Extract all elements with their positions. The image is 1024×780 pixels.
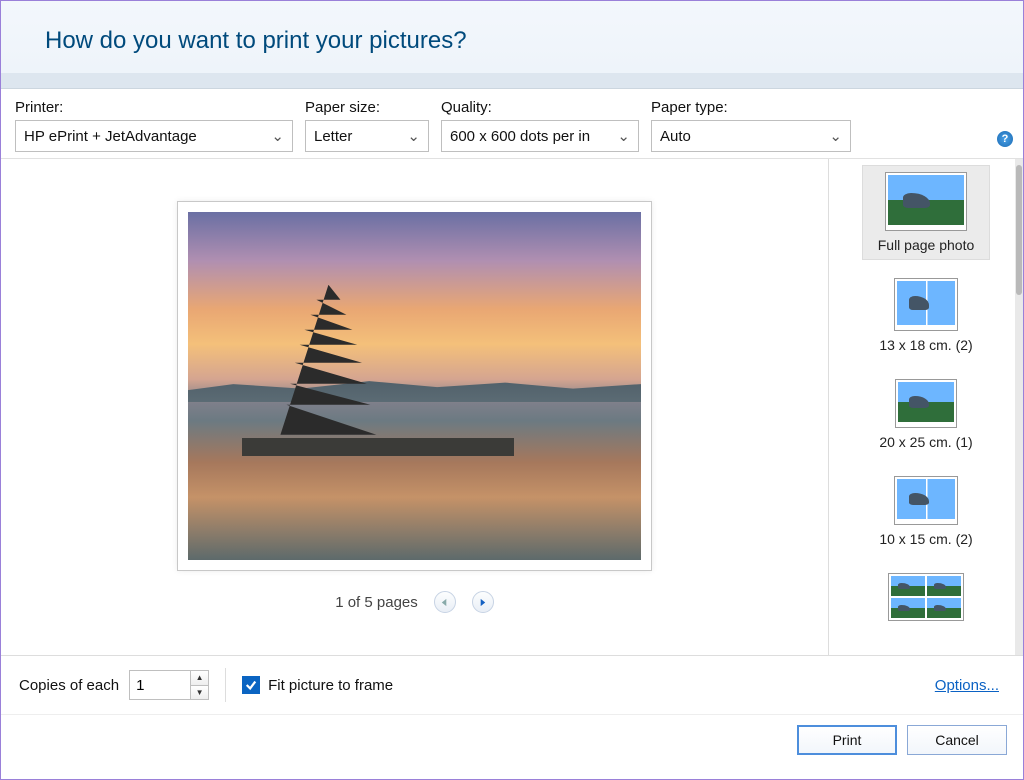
fit-label: Fit picture to frame (268, 677, 393, 694)
layout-20x25[interactable]: 20 x 25 cm. (1) (879, 371, 972, 458)
print-settings-row: Printer: HP ePrint + JetAdvantage ⌄ Pape… (1, 89, 1023, 158)
paper-type-label: Paper type: (651, 99, 851, 116)
printer-field: Printer: HP ePrint + JetAdvantage ⌄ (15, 99, 293, 152)
layout-scrollbar[interactable] (1015, 159, 1023, 655)
layout-label: Full page photo (878, 237, 975, 253)
triangle-left-icon (440, 598, 449, 607)
paper-type-select[interactable]: Auto ⌄ (651, 120, 851, 152)
printer-select[interactable]: HP ePrint + JetAdvantage ⌄ (15, 120, 293, 152)
pager-text: 1 of 5 pages (335, 594, 418, 611)
spin-up-icon[interactable]: ▲ (191, 671, 208, 686)
quality-field: Quality: 600 x 600 dots per in ⌄ (441, 99, 639, 152)
preview-photo (188, 212, 641, 560)
chevron-down-icon: ⌄ (407, 127, 420, 145)
chevron-down-icon: ⌄ (829, 127, 842, 145)
bottom-bar: Copies of each ▲ ▼ Fit picture to frame … (1, 656, 1023, 715)
chevron-down-icon: ⌄ (271, 127, 284, 145)
print-button[interactable]: Print (797, 725, 897, 755)
copies-label: Copies of each (19, 677, 119, 694)
quality-label: Quality: (441, 99, 639, 116)
fit-checkbox[interactable] (242, 676, 260, 694)
next-page-button[interactable] (472, 591, 494, 613)
layout-pane: Full page photo 13 x 18 cm. (2) 20 x 25 … (828, 159, 1023, 655)
layout-10x15[interactable]: 10 x 15 cm. (2) (879, 468, 972, 555)
separator (225, 668, 226, 702)
printer-label: Printer: (15, 99, 293, 116)
chevron-down-icon: ⌄ (617, 127, 630, 145)
options-link[interactable]: Options... (935, 677, 999, 694)
layout-13x18[interactable]: 13 x 18 cm. (2) (879, 270, 972, 361)
printer-value: HP ePrint + JetAdvantage (24, 128, 197, 145)
copies-field: Copies of each ▲ ▼ (19, 670, 209, 700)
check-icon (245, 679, 257, 691)
help-icon[interactable]: ? (997, 131, 1013, 147)
layout-label: 10 x 15 cm. (2) (879, 531, 972, 547)
copies-input[interactable] (130, 671, 190, 699)
layout-label: 20 x 25 cm. (1) (879, 434, 972, 450)
paper-size-value: Letter (314, 128, 352, 145)
prev-page-button[interactable] (434, 591, 456, 613)
paper-size-label: Paper size: (305, 99, 429, 116)
paper-size-field: Paper size: Letter ⌄ (305, 99, 429, 152)
layout-label: 13 x 18 cm. (2) (879, 337, 972, 353)
paper-type-value: Auto (660, 128, 691, 145)
quality-value: 600 x 600 dots per in (450, 128, 590, 145)
paper-type-field: Paper type: Auto ⌄ (651, 99, 851, 152)
spin-down-icon[interactable]: ▼ (191, 686, 208, 700)
triangle-right-icon (478, 598, 487, 607)
preview-pane: 1 of 5 pages (1, 159, 828, 655)
header-band (1, 73, 1023, 89)
footer: Print Cancel (1, 715, 1023, 755)
dialog-title: How do you want to print your pictures? (1, 1, 1023, 73)
cancel-button[interactable]: Cancel (907, 725, 1007, 755)
preview-page (177, 201, 652, 571)
layout-more[interactable] (888, 565, 964, 629)
layout-full-page[interactable]: Full page photo (862, 165, 990, 260)
pager: 1 of 5 pages (335, 591, 494, 613)
quality-select[interactable]: 600 x 600 dots per in ⌄ (441, 120, 639, 152)
fit-to-frame-field[interactable]: Fit picture to frame (242, 676, 393, 694)
paper-size-select[interactable]: Letter ⌄ (305, 120, 429, 152)
copies-spinner[interactable]: ▲ ▼ (129, 670, 209, 700)
main-area: 1 of 5 pages Full page photo 13 x 18 cm.… (1, 158, 1023, 656)
